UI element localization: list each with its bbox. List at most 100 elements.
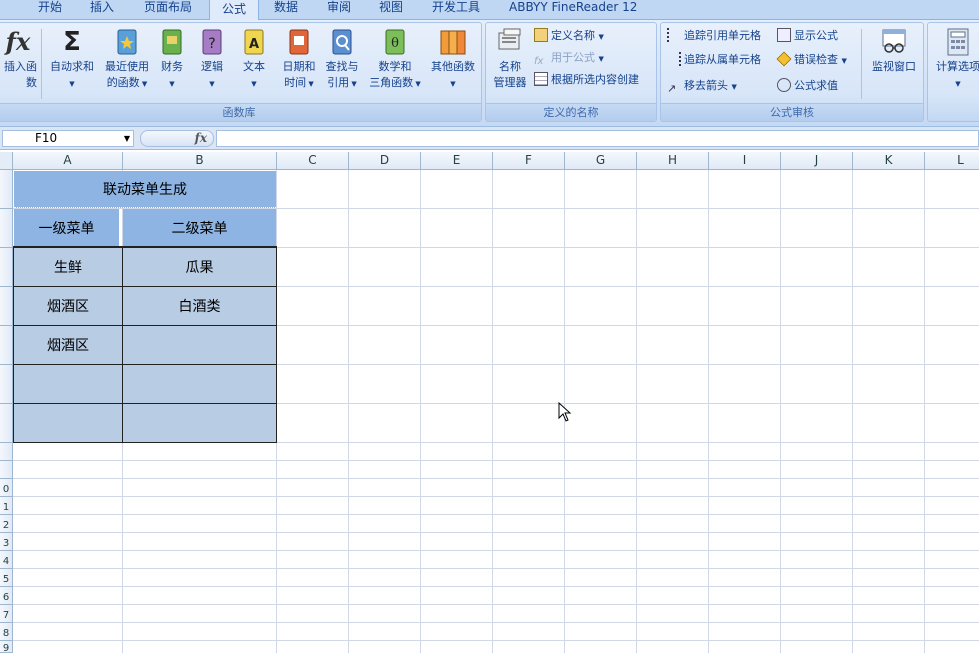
financial-button[interactable]: 财务 ▼ [155,27,189,92]
row-header[interactable] [0,365,13,404]
trace-dependents-button[interactable]: 追踪从属单元格 [667,51,761,69]
trace-precedents-icon [667,28,681,42]
insert-function-button[interactable]: fx 插入函数 [0,27,39,91]
more-functions-button[interactable]: 其他函数 ▼ [427,27,479,92]
trace-precedents-button[interactable]: 追踪引用单元格 [667,27,761,45]
name-box-dropdown-icon[interactable]: ▼ [124,131,130,146]
datetime-button[interactable]: 日期和 时间 ▼ [279,27,319,92]
row-header[interactable]: 9 [0,641,13,653]
tab-formulas[interactable]: 公式 [209,0,260,20]
column-header-h[interactable]: H [637,152,709,170]
calendar-book-icon [289,29,309,55]
dropdown-arrow-icon: ▼ [69,80,75,88]
logical-button[interactable]: ? 逻辑 ▼ [195,27,229,92]
create-from-selection-button[interactable]: 根据所选内容创建 [534,71,639,89]
table-cell[interactable] [123,365,276,403]
name-box[interactable]: F10 ▼ [2,130,134,147]
header-cell-level2[interactable]: 二级菜单 [123,209,276,247]
group-formula-auditing: 追踪引用单元格 追踪从属单元格 ↗ 移去箭头 ▼ 显示公式 错误检查 ▼ 公式求值… [660,22,924,122]
tab-page-layout[interactable]: 页面布局 [140,0,196,20]
remove-arrows-button[interactable]: ↗ 移去箭头 ▼ [667,77,737,96]
table-cell[interactable] [123,326,276,364]
row-header[interactable]: 7 [0,605,13,623]
lookup-reference-button[interactable]: 查找与 引用 ▼ [321,27,363,92]
autosum-label: 自动求和 [50,60,94,73]
autosum-button[interactable]: Σ 自动求和 ▼ [47,27,97,92]
column-header-b[interactable]: B [123,152,277,170]
error-checking-button[interactable]: 错误检查 ▼ [776,51,847,70]
financial-label: 财务 [161,60,183,73]
column-header-d[interactable]: D [349,152,421,170]
column-header-k[interactable]: K [853,152,925,170]
show-formulas-button[interactable]: 显示公式 [777,27,838,45]
column-header-l[interactable]: L [925,152,979,170]
tab-developer[interactable]: 开发工具 [428,0,484,20]
tab-insert[interactable]: 插入 [86,0,118,20]
use-in-formula-button[interactable]: fx 用于公式 ▼ [534,49,604,68]
row-header[interactable] [0,170,13,209]
tab-home[interactable]: 开始 [34,0,66,20]
insert-function-fx-button[interactable]: fx [140,130,214,147]
table-title-cell[interactable]: 联动菜单生成 [14,171,276,208]
row-header[interactable] [0,461,13,479]
table-cell[interactable]: 烟酒区 [14,287,122,325]
column-header-j[interactable]: J [781,152,853,170]
fx-small-icon: fx [534,56,544,67]
evaluate-formula-label: 公式求值 [794,79,838,92]
svg-text:θ: θ [391,36,399,51]
table-cell[interactable] [14,404,122,442]
text-book-icon: A [244,29,264,55]
column-header-c[interactable]: C [277,152,349,170]
row-header[interactable] [0,287,13,326]
row-header[interactable]: 2 [0,515,13,533]
row-header[interactable]: 3 [0,533,13,551]
row-header[interactable] [0,248,13,287]
calculation-options-button[interactable]: 计算选项 ▼ [930,27,979,92]
row-header[interactable] [0,443,13,461]
trace-dependents-icon [667,52,681,66]
mouse-cursor-icon [558,402,572,422]
table-cell[interactable]: 烟酒区 [14,326,122,364]
name-box-value: F10 [35,131,58,145]
row-header[interactable]: 4 [0,551,13,569]
row-header[interactable]: 0 [0,479,13,497]
column-header-f[interactable]: F [493,152,565,170]
name-manager-button[interactable]: 名称 管理器 [488,27,532,91]
formula-input[interactable] [216,130,979,147]
table-cell[interactable] [14,365,122,403]
column-header-g[interactable]: G [565,152,637,170]
row-header[interactable] [0,326,13,365]
tab-view[interactable]: 视图 [375,0,407,20]
logical-label: 逻辑 [201,60,223,73]
math-trig-button[interactable]: θ 数学和 三角函数 ▼ [365,27,425,92]
row-header[interactable]: 5 [0,569,13,587]
watch-window-button[interactable]: 监视窗口 [865,27,923,75]
name-manager-label-1: 名称 [499,60,521,73]
more-functions-label: 其他函数 [431,60,475,73]
text-button[interactable]: A 文本 ▼ [237,27,271,92]
header-cell-level1[interactable]: 一级菜单 [14,209,121,247]
table-cell[interactable] [123,404,276,442]
recent-functions-button[interactable]: 最近使用 的函数 ▼ [101,27,153,92]
table-cell[interactable]: 白酒类 [123,287,276,325]
select-all-corner[interactable] [0,152,13,170]
column-header-a[interactable]: A [13,152,123,170]
column-header-e[interactable]: E [421,152,493,170]
tab-abbyy[interactable]: ABBYY FineReader 12 [505,0,641,20]
evaluate-formula-button[interactable]: 公式求值 [777,77,838,95]
tab-data[interactable]: 数据 [270,0,302,20]
function-library-group-label: 函数库 [0,103,481,121]
define-name-button[interactable]: 定义名称 ▼ [534,27,604,46]
formula-auditing-group-label: 公式审核 [661,103,923,121]
row-header[interactable]: 1 [0,497,13,515]
row-header[interactable] [0,209,13,248]
table-cell[interactable]: 瓜果 [123,248,276,286]
tab-review[interactable]: 审阅 [323,0,355,20]
books-icon [440,30,466,55]
row-header[interactable] [0,404,13,443]
column-header-i[interactable]: I [709,152,781,170]
star-book-icon [117,29,137,55]
row-header[interactable]: 6 [0,587,13,605]
table-cell[interactable]: 生鲜 [14,248,122,286]
row-header[interactable]: 8 [0,623,13,641]
